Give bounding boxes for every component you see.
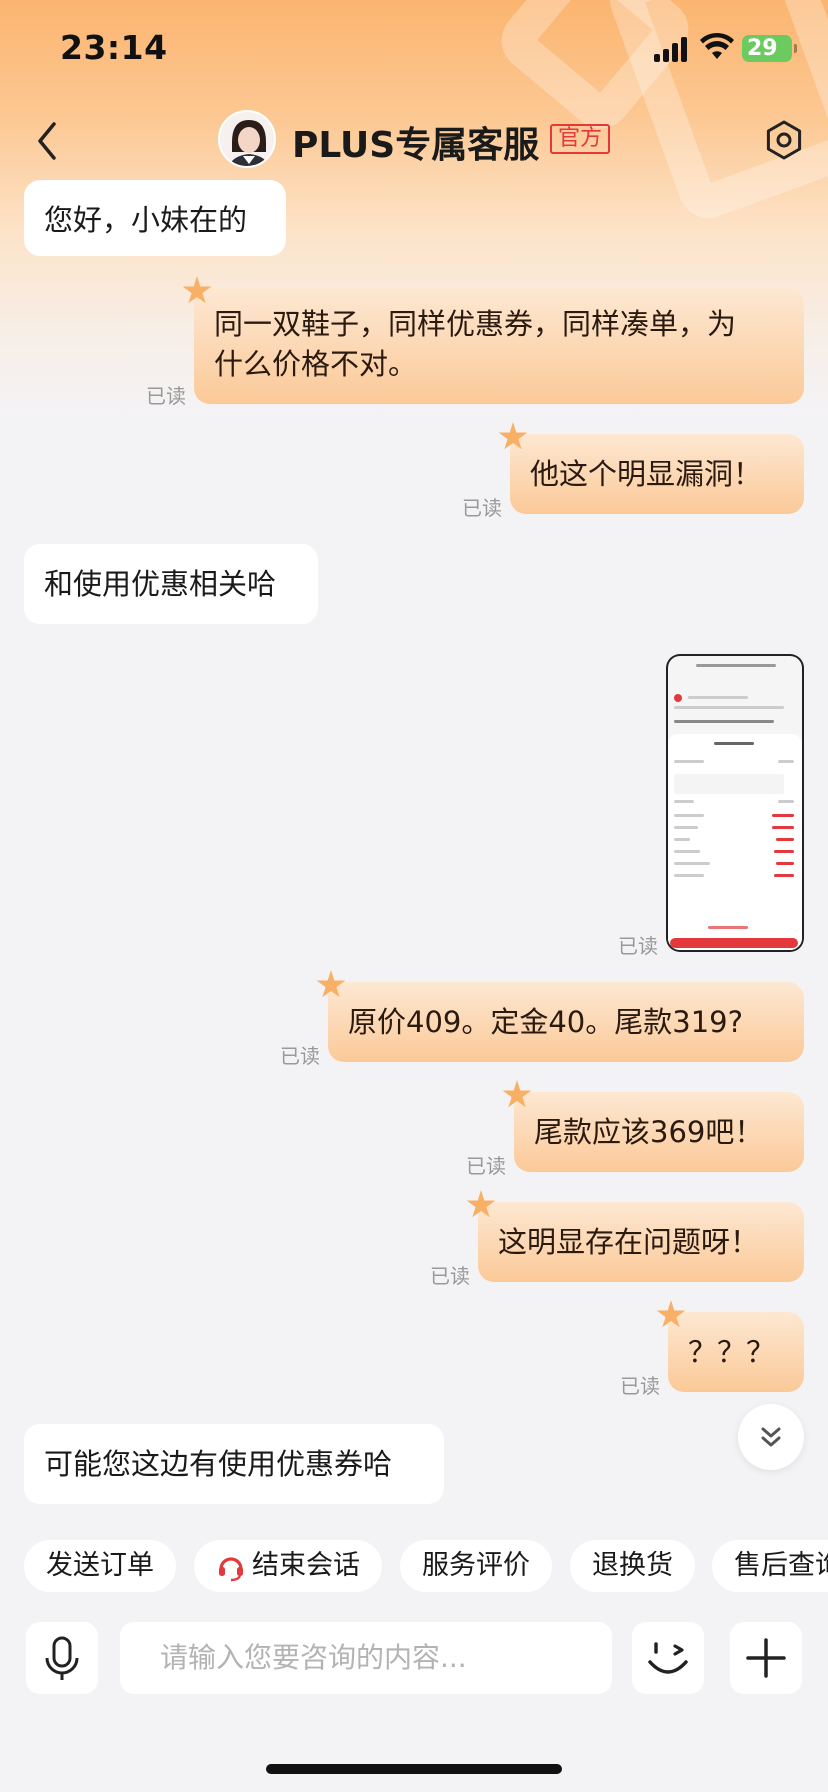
read-status: 已读 [618,934,658,958]
read-status: 已读 [280,1044,320,1068]
battery-indicator: 29 [742,35,797,62]
screenshot-content [668,656,802,950]
official-badge: 官方 [550,124,611,154]
message-user: 同一双鞋子，同样优惠券，同样凑单，为 什么价格不对。 [194,288,804,404]
quick-reply-send-order[interactable]: 发送订单 [24,1540,176,1592]
message-agent: 您好，小妹在的 [24,180,286,256]
microphone-icon [45,1636,79,1680]
settings-icon[interactable] [762,118,806,162]
message-user: ？？？ [668,1312,804,1392]
screenshot-image[interactable] [666,654,804,952]
message-user: 原价409。定金40。尾款319? [328,982,804,1062]
plus-icon [746,1638,786,1678]
emoji-button[interactable] [632,1622,704,1694]
more-button[interactable] [730,1622,802,1694]
status-time: 23:14 [60,28,168,67]
message-input[interactable]: 请输入您要咨询的内容... [120,1622,612,1694]
read-status: 已读 [620,1374,660,1398]
battery-level: 29 [747,36,778,61]
signal-icon [654,36,690,62]
message-user: 这明显存在问题呀！ [478,1202,804,1282]
message-agent: 和使用优惠相关哈 [24,544,318,624]
quick-reply-after-sales[interactable]: 售后查询 [712,1540,828,1592]
back-icon[interactable] [30,118,66,164]
read-status: 已读 [466,1154,506,1178]
message-text: 同一双鞋子，同样优惠券，同样凑单，为 [214,307,737,341]
page-title: PLUS专属客服 [292,125,540,166]
home-indicator [266,1764,562,1774]
headset-icon [219,1556,243,1581]
avatar[interactable] [218,110,276,168]
wifi-icon [700,32,734,59]
emoji-icon [648,1642,688,1674]
chat-header: PLUS专属客服 官方 [0,100,828,180]
message-user: 尾款应该369吧！ [514,1092,804,1172]
quick-reply-label: 结束会话 [252,1550,360,1581]
read-status: 已读 [146,384,186,408]
double-chevron-down-icon [761,1427,781,1447]
quick-reply-rate-service[interactable]: 服务评价 [400,1540,552,1592]
status-bar: 23:14 29 [0,0,828,100]
read-status: 已读 [430,1264,470,1288]
price-detail-panel [668,734,802,950]
voice-button[interactable] [26,1622,98,1694]
quick-reply-end-chat[interactable]: 结束会话 [194,1540,382,1592]
scroll-to-bottom-button[interactable] [738,1404,804,1470]
quick-reply-return-exchange[interactable]: 退换货 [570,1540,695,1592]
message-user: 他这个明显漏洞！ [510,434,804,514]
message-agent: 可能您这边有使用优惠券哈 [24,1424,444,1504]
message-text: 什么价格不对。 [214,347,418,381]
read-status: 已读 [462,496,502,520]
